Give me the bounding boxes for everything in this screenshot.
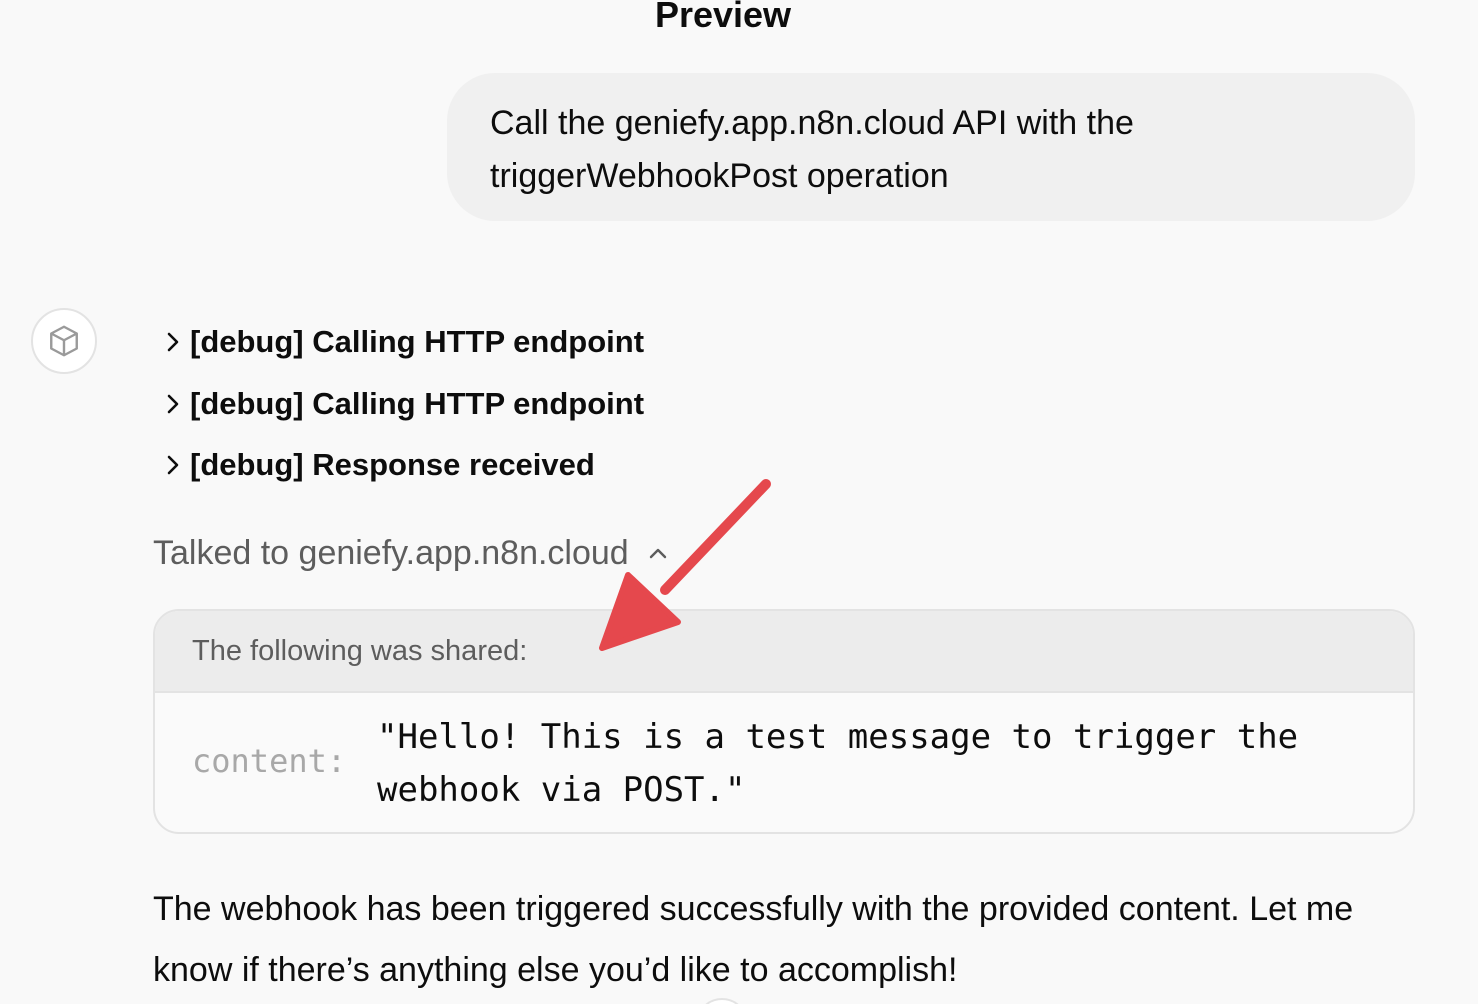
debug-item-label: [debug] Calling HTTP endpoint bbox=[190, 324, 645, 359]
shared-content-card: The following was shared: content: "Hell… bbox=[153, 609, 1415, 834]
user-message-text: Call the geniefy.app.n8n.cloud API with … bbox=[490, 104, 1134, 195]
talked-to-toggle[interactable]: Talked to geniefy.app.n8n.cloud bbox=[153, 530, 669, 576]
chat-page: Preview Call the geniefy.app.n8n.cloud A… bbox=[0, 0, 1478, 1004]
debug-item-label: [debug] Calling HTTP endpoint bbox=[190, 385, 645, 421]
shared-content-body: content: "Hello! This is a test message … bbox=[155, 693, 1413, 832]
chevron-right-icon bbox=[160, 391, 186, 417]
shared-content-key: content: bbox=[192, 742, 347, 780]
user-message-bubble: Call the geniefy.app.n8n.cloud API with … bbox=[447, 73, 1415, 221]
chevron-right-icon bbox=[160, 452, 186, 478]
shared-content-header: The following was shared: bbox=[155, 611, 1413, 693]
debug-item-label: [debug] Response received bbox=[190, 447, 595, 482]
annotation-arrow-shaft bbox=[660, 479, 771, 595]
page-title: Preview bbox=[654, 0, 792, 35]
debug-item[interactable]: [debug] Calling HTTP endpoint bbox=[160, 319, 644, 365]
talked-to-label: Talked to geniefy.app.n8n.cloud bbox=[153, 534, 629, 572]
debug-list: [debug] Calling HTTP endpoint [debug] Ca… bbox=[160, 319, 644, 504]
debug-item[interactable]: [debug] Calling HTTP endpoint bbox=[160, 381, 644, 427]
shared-content-value: "Hello! This is a test message to trigge… bbox=[377, 717, 1299, 810]
assistant-avatar bbox=[31, 308, 97, 374]
assistant-reply-text: The webhook has been triggered successfu… bbox=[153, 890, 1354, 989]
chevron-right-icon bbox=[160, 329, 186, 355]
debug-item[interactable]: [debug] Response received bbox=[160, 442, 644, 488]
cube-icon bbox=[50, 325, 78, 357]
chevron-up-icon bbox=[647, 542, 669, 564]
